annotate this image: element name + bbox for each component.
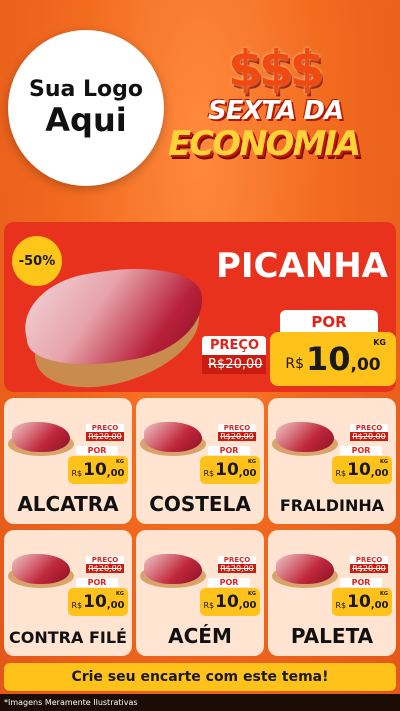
preco-label: PREÇO (350, 424, 388, 432)
price-cents: ,00 (370, 467, 389, 479)
price-integer: 10 (215, 460, 239, 480)
product-name: CONTRA FILÉ (9, 628, 127, 647)
old-price: R$20,00 (350, 432, 388, 441)
product-card[interactable]: PREÇO R$20,00 POR R$ 10 ,00 KG PALETA (268, 530, 396, 656)
dollar-signs: $$$ (228, 40, 324, 98)
old-price: R$20,00 (86, 564, 124, 573)
old-price-box: PREÇO R$20,00 (202, 336, 266, 374)
por-label: POR (340, 446, 382, 455)
por-label: POR (76, 578, 118, 587)
old-price: R$20,00 (218, 564, 256, 573)
unit: KG (116, 459, 124, 465)
product-name: PALETA (290, 624, 374, 648)
price-integer: 10 (83, 592, 107, 612)
price-cents: ,00 (106, 467, 125, 479)
new-price: R$ 10 ,00 KG (200, 456, 260, 484)
price-cents: ,00 (106, 599, 125, 611)
preco-label: PREÇO (218, 424, 256, 432)
product-card[interactable]: PREÇO R$20,00 POR R$ 10 ,00 KG FRALDINHA (268, 398, 396, 524)
cta-button[interactable]: Crie seu encarte com este tema! (4, 663, 396, 691)
campaign-title: $$$ SEXTA DA ECONOMIA (168, 40, 396, 180)
title-line-1: SEXTA DA (208, 96, 344, 126)
product-name: COSTELA (149, 492, 251, 516)
product-image (144, 422, 202, 452)
preco-label: PREÇO (218, 556, 256, 564)
logo-line-1: Sua Logo (28, 76, 143, 102)
currency: R$ (335, 600, 347, 610)
product-image (12, 422, 70, 452)
product-card[interactable]: PREÇO R$20,00 POR R$ 10 ,00 KG ALCATRA (4, 398, 132, 524)
currency: R$ (285, 356, 304, 372)
title-line-2: ECONOMIA (168, 124, 361, 164)
por-label: POR (76, 446, 118, 455)
price-integer: 10 (305, 340, 351, 378)
new-price: R$ 10 ,00 KG (68, 456, 128, 484)
featured-product[interactable]: -50% PICANHA PREÇO R$20,00 POR R$ 10 ,00… (4, 222, 396, 392)
price-cents: ,00 (238, 467, 257, 479)
discount-badge: -50% (12, 236, 62, 286)
currency: R$ (71, 600, 83, 610)
por-label: POR (340, 578, 382, 587)
price-cents: ,00 (370, 599, 389, 611)
unit: KG (373, 338, 386, 347)
price-integer: 10 (347, 592, 371, 612)
product-card[interactable]: PREÇO R$20,00 POR R$ 10 ,00 KG COSTELA (136, 398, 264, 524)
currency: R$ (335, 468, 347, 478)
new-price: R$ 10 ,00 KG (200, 588, 260, 616)
product-card[interactable]: PREÇO R$20,00 POR R$ 10 ,00 KG ACÉM (136, 530, 264, 656)
unit: KG (380, 459, 388, 465)
logo-line-2: Aqui (45, 100, 127, 139)
old-price: R$20,00 (86, 432, 124, 441)
preco-label: PREÇO (202, 336, 266, 355)
unit: KG (380, 591, 388, 597)
por-label: POR (208, 578, 250, 587)
unit: KG (248, 459, 256, 465)
unit: KG (116, 591, 124, 597)
price-integer: 10 (347, 460, 371, 480)
disclaimer: *Imagens Meramente Ilustrativas (0, 694, 400, 711)
price-integer: 10 (83, 460, 107, 480)
preco-label: PREÇO (86, 424, 124, 432)
product-card[interactable]: PREÇO R$20,00 POR R$ 10 ,00 KG CONTRA FI… (4, 530, 132, 656)
product-name: FRALDINHA (279, 496, 385, 515)
por-label: POR (208, 446, 250, 455)
new-price: R$ 10 ,00 KG (270, 332, 396, 386)
currency: R$ (71, 468, 83, 478)
price-cents: ,00 (238, 599, 257, 611)
por-label: POR (280, 310, 378, 334)
logo-placeholder: Sua Logo Aqui (8, 30, 164, 186)
product-image (12, 554, 70, 584)
product-name: ALCATRA (17, 492, 119, 516)
unit: KG (248, 591, 256, 597)
currency: R$ (203, 468, 215, 478)
old-price: R$20,00 (218, 432, 256, 441)
preco-label: PREÇO (350, 556, 388, 564)
new-price: R$ 10 ,00 KG (332, 456, 392, 484)
old-price: R$20,00 (350, 564, 388, 573)
currency: R$ (203, 600, 215, 610)
price-cents: ,00 (350, 355, 381, 375)
product-name: ACÉM (168, 624, 232, 648)
new-price: R$ 10 ,00 KG (332, 588, 392, 616)
price-integer: 10 (215, 592, 239, 612)
product-image (276, 422, 334, 452)
featured-product-name: PICANHA (215, 246, 388, 286)
new-price: R$ 10 ,00 KG (68, 588, 128, 616)
product-image (144, 554, 202, 584)
product-image (276, 554, 334, 584)
old-price: R$20,00 (202, 355, 266, 374)
preco-label: PREÇO (86, 556, 124, 564)
